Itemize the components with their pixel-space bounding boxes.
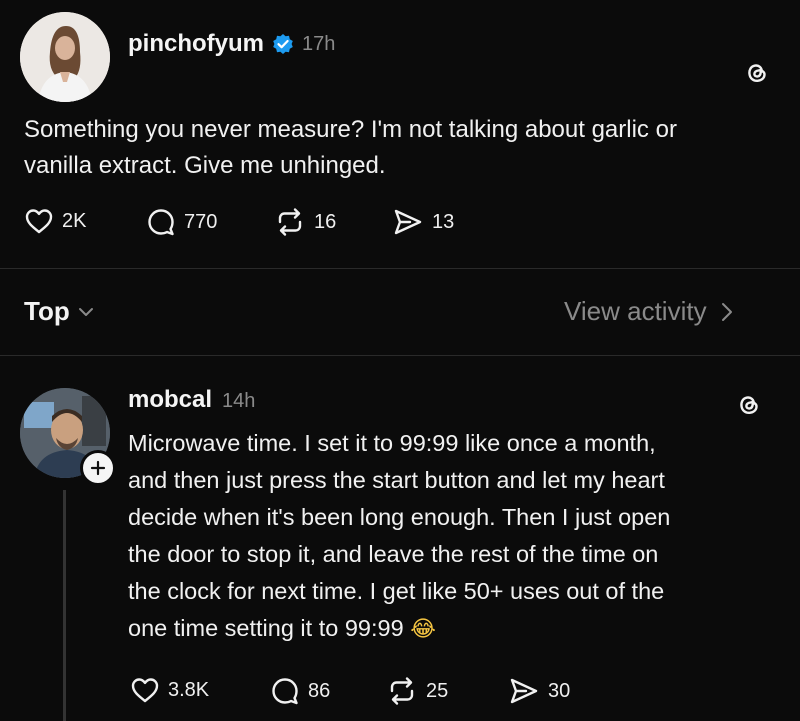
comment-bubble-icon xyxy=(272,678,298,705)
post-text-line-2: vanilla extract. Give me unhinged. xyxy=(24,152,386,179)
reply-text-line-3: decide when it's been long enough. Then … xyxy=(128,504,671,530)
plus-icon xyxy=(90,460,106,476)
profile-photo xyxy=(20,12,110,102)
avatar-pinchofyum[interactable] xyxy=(20,12,110,102)
repost-icon xyxy=(278,208,302,236)
post-timestamp: 17h xyxy=(302,32,336,55)
reply-text-line-2: and then just press the start button and… xyxy=(128,467,665,493)
reply-like-button[interactable]: 3.8K xyxy=(130,676,209,704)
reply-username[interactable]: mobcal xyxy=(128,386,212,414)
laughing-emoji: 😂 xyxy=(410,617,436,642)
sort-label: Top xyxy=(24,296,70,326)
view-activity-link[interactable]: View activity xyxy=(564,296,733,327)
chevron-right-icon xyxy=(721,302,732,321)
reply-text-line-6: one time setting it to 99:99 xyxy=(128,615,404,641)
reply-timestamp: 14h xyxy=(222,390,256,412)
reply-text-line-4: the door to stop it, and leave the rest … xyxy=(128,541,659,567)
divider-top xyxy=(0,268,800,269)
heart-icon xyxy=(131,678,159,703)
follow-plus-button[interactable] xyxy=(80,450,116,486)
thread-line xyxy=(63,490,66,721)
send-icon xyxy=(394,209,422,235)
like-count: 2K xyxy=(62,209,87,232)
threads-logo-icon[interactable] xyxy=(742,58,772,88)
view-activity-label: View activity xyxy=(564,296,707,326)
chevron-down-icon xyxy=(78,307,93,316)
reply-comment-button[interactable]: 86 xyxy=(270,676,330,706)
reply-repost-button[interactable]: 25 xyxy=(386,676,448,706)
share-count: 13 xyxy=(432,210,455,233)
reply-like-count: 3.8K xyxy=(168,678,210,701)
reply-text-line-1: Microwave time. I set it to 99:99 like o… xyxy=(128,430,656,456)
verified-badge-icon xyxy=(272,33,294,55)
comment-bubble-icon xyxy=(148,209,174,236)
threads-logo-icon[interactable] xyxy=(734,390,764,420)
reply-repost-count: 25 xyxy=(426,679,449,702)
repost-icon xyxy=(390,677,414,705)
sort-dropdown[interactable]: Top xyxy=(24,296,94,327)
comment-count: 770 xyxy=(184,210,218,233)
heart-icon xyxy=(25,209,53,234)
like-button[interactable]: 2K xyxy=(24,207,86,235)
share-button[interactable]: 13 xyxy=(392,207,454,237)
reply-share-button[interactable]: 30 xyxy=(508,676,570,706)
send-icon xyxy=(510,678,538,704)
comment-button[interactable]: 770 xyxy=(146,207,217,237)
reply-share-count: 30 xyxy=(548,679,571,702)
reply-comment-count: 86 xyxy=(308,679,331,702)
post-text-line-1: Something you never measure? I'm not tal… xyxy=(24,116,677,143)
divider-sort xyxy=(0,355,800,356)
repost-count: 16 xyxy=(314,210,337,233)
reply-text-line-5: the clock for next time. I get like 50+ … xyxy=(128,578,665,604)
repost-button[interactable]: 16 xyxy=(274,207,336,237)
post-username[interactable]: pinchofyum xyxy=(128,30,264,58)
